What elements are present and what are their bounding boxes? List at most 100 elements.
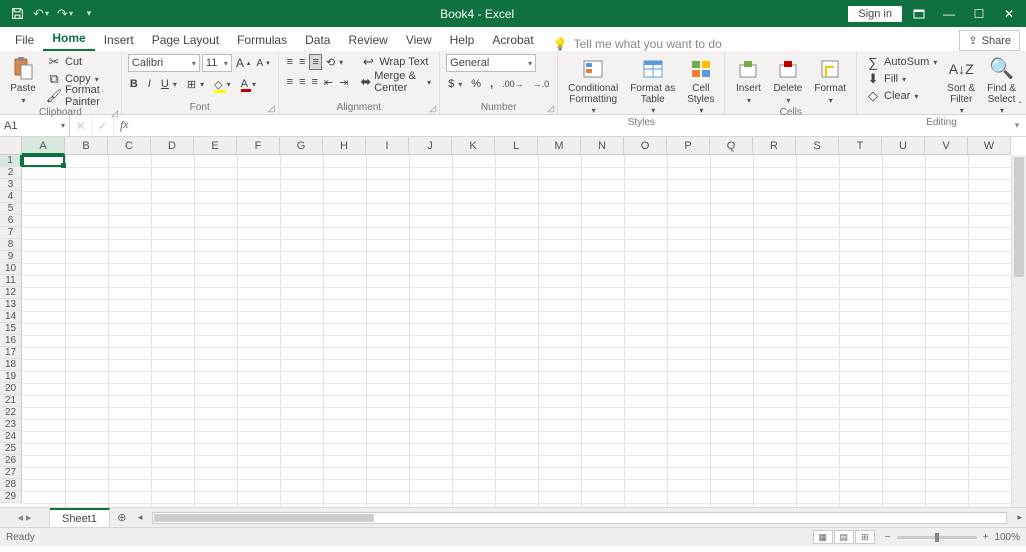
row-header[interactable]: 7	[0, 227, 22, 239]
row-header[interactable]: 1	[0, 155, 22, 167]
tab-acrobat[interactable]: Acrobat	[483, 29, 542, 51]
increase-decimal-button[interactable]: .00→	[500, 76, 526, 92]
close-icon[interactable]: ✕	[996, 3, 1022, 25]
column-header[interactable]: M	[538, 137, 581, 155]
column-header[interactable]: C	[108, 137, 151, 155]
collapse-ribbon-icon[interactable]: ˆ	[1019, 101, 1022, 112]
new-sheet-button[interactable]: ⊕	[110, 508, 134, 527]
tab-file[interactable]: File	[6, 29, 43, 51]
tab-formulas[interactable]: Formulas	[228, 29, 296, 51]
row-header[interactable]: 6	[0, 215, 22, 227]
number-format-combo[interactable]: General▾	[446, 54, 536, 72]
column-header[interactable]: N	[581, 137, 624, 155]
row-header[interactable]: 18	[0, 359, 22, 371]
format-painter-button[interactable]: 🖌Format Painter	[44, 88, 115, 104]
tab-insert[interactable]: Insert	[95, 29, 143, 51]
column-header[interactable]: O	[624, 137, 667, 155]
clipboard-launcher-icon[interactable]: ◿	[111, 108, 118, 119]
percent-format-button[interactable]: %	[469, 76, 483, 92]
decrease-indent-button[interactable]: ⇤	[322, 74, 335, 90]
orientation-button[interactable]: ⟲▾	[324, 54, 345, 70]
column-header[interactable]: D	[151, 137, 194, 155]
column-header[interactable]: R	[753, 137, 796, 155]
qat-customize-icon[interactable]: ▾	[78, 3, 100, 25]
column-header[interactable]: W	[968, 137, 1011, 155]
row-header[interactable]: 9	[0, 251, 22, 263]
row-header[interactable]: 16	[0, 335, 22, 347]
align-bottom-button[interactable]: ≡	[309, 54, 321, 70]
column-header[interactable]: K	[452, 137, 495, 155]
column-header[interactable]: U	[882, 137, 925, 155]
insert-cells-button[interactable]: Insert▾	[731, 54, 765, 107]
align-left-button[interactable]: ≡	[285, 74, 295, 90]
conditional-formatting-button[interactable]: Conditional Formatting▾	[564, 54, 622, 117]
row-header[interactable]: 4	[0, 191, 22, 203]
wrap-text-button[interactable]: ↩Wrap Text	[358, 54, 433, 70]
row-header[interactable]: 29	[0, 491, 22, 503]
merge-center-button[interactable]: ⬌Merge & Center▾	[358, 74, 433, 90]
zoom-out-button[interactable]: −	[885, 532, 891, 543]
column-header[interactable]: A	[22, 137, 65, 155]
sheet-nav-arrows[interactable]: ◂ ▸	[0, 508, 50, 527]
underline-button[interactable]: U▾	[159, 76, 179, 92]
tab-review[interactable]: Review	[339, 29, 396, 51]
column-header[interactable]: G	[280, 137, 323, 155]
row-header[interactable]: 8	[0, 239, 22, 251]
redo-icon[interactable]: ↷▾	[54, 3, 76, 25]
column-header[interactable]: H	[323, 137, 366, 155]
format-cells-button[interactable]: Format▾	[810, 54, 850, 107]
sign-in-button[interactable]: Sign in	[848, 6, 902, 22]
row-header[interactable]: 10	[0, 263, 22, 275]
column-header[interactable]: E	[194, 137, 237, 155]
find-select-button[interactable]: 🔍Find & Select▾	[983, 54, 1020, 117]
maximize-icon[interactable]: ☐	[966, 3, 992, 25]
font-name-combo[interactable]: Calibri▾	[128, 54, 200, 72]
align-middle-button[interactable]: ≡	[297, 54, 307, 70]
align-right-button[interactable]: ≡	[309, 74, 319, 90]
save-icon[interactable]	[6, 3, 28, 25]
column-header[interactable]: I	[366, 137, 409, 155]
hscroll-left-icon[interactable]: ◂	[138, 512, 143, 523]
undo-icon[interactable]: ↶▾	[30, 3, 52, 25]
minimize-icon[interactable]: —	[936, 3, 962, 25]
row-header[interactable]: 12	[0, 287, 22, 299]
tab-page-layout[interactable]: Page Layout	[143, 29, 228, 51]
autosum-button[interactable]: ∑AutoSum▾	[863, 54, 939, 70]
row-header[interactable]: 17	[0, 347, 22, 359]
decrease-decimal-button[interactable]: →.0	[531, 76, 552, 92]
vertical-scrollbar[interactable]	[1011, 155, 1026, 507]
row-header[interactable]: 23	[0, 419, 22, 431]
page-layout-view-button[interactable]: ▤	[834, 530, 854, 544]
column-header[interactable]: B	[65, 137, 108, 155]
increase-indent-button[interactable]: ⇥	[337, 74, 350, 90]
borders-button[interactable]: ⊞▾	[185, 76, 206, 92]
row-header[interactable]: 20	[0, 383, 22, 395]
bold-button[interactable]: B	[128, 76, 140, 92]
tab-view[interactable]: View	[397, 29, 441, 51]
row-header[interactable]: 19	[0, 371, 22, 383]
accounting-format-button[interactable]: $▾	[446, 76, 464, 92]
clear-button[interactable]: ◇Clear▾	[863, 88, 939, 104]
row-header[interactable]: 22	[0, 407, 22, 419]
row-header[interactable]: 24	[0, 431, 22, 443]
font-color-button[interactable]: A▾	[239, 76, 258, 92]
align-top-button[interactable]: ≡	[285, 54, 295, 70]
normal-view-button[interactable]: ▦	[813, 530, 833, 544]
column-header[interactable]: F	[237, 137, 280, 155]
cut-button[interactable]: ✂Cut	[44, 54, 115, 70]
zoom-slider[interactable]	[897, 536, 977, 539]
column-headers[interactable]: ABCDEFGHIJKLMNOPQRSTUVW	[22, 137, 1011, 155]
row-header[interactable]: 5	[0, 203, 22, 215]
alignment-launcher-icon[interactable]: ◿	[429, 103, 436, 114]
column-header[interactable]: T	[839, 137, 882, 155]
hscroll-right-icon[interactable]: ▸	[1017, 512, 1022, 523]
page-break-view-button[interactable]: ⊞	[855, 530, 875, 544]
comma-format-button[interactable]: ,	[488, 76, 495, 92]
row-header[interactable]: 11	[0, 275, 22, 287]
cell-styles-button[interactable]: Cell Styles▾	[683, 54, 718, 117]
share-button[interactable]: ⇪Share	[959, 30, 1020, 51]
sort-filter-button[interactable]: A↓ZSort & Filter▾	[943, 54, 979, 117]
row-header[interactable]: 21	[0, 395, 22, 407]
cells-grid[interactable]	[22, 155, 1011, 507]
select-all-corner[interactable]	[0, 137, 22, 155]
